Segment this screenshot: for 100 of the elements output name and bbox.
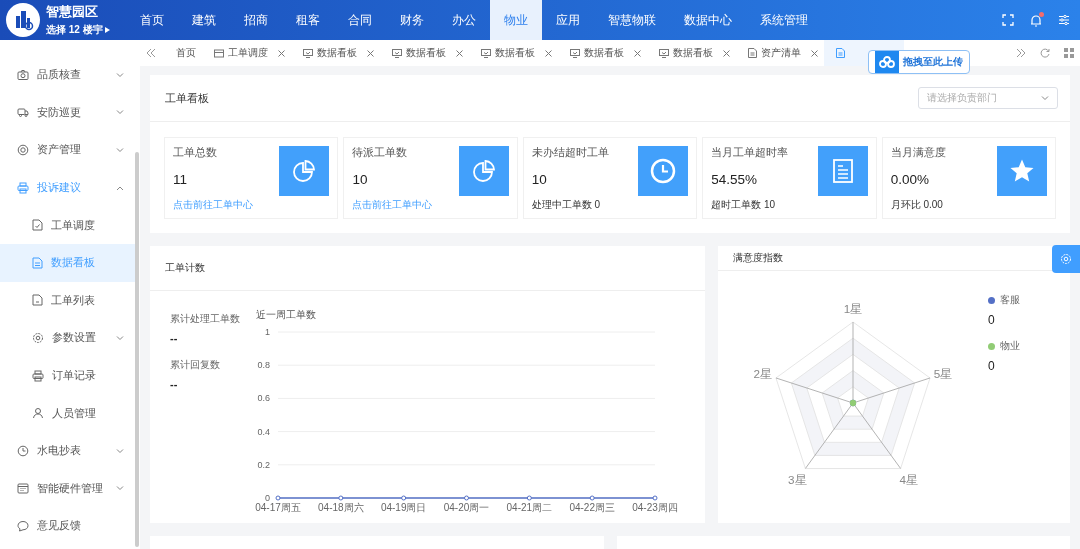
stat-title: 未办结超时工单	[531, 146, 609, 160]
sidebar-item[interactable]: 品质核查	[0, 56, 140, 94]
stat-value: 10	[352, 171, 369, 187]
nav-tab[interactable]: 财务	[386, 0, 438, 40]
document-icon	[831, 158, 854, 184]
sidebar-item[interactable]: 参数设置	[0, 319, 140, 357]
lifebuoy-icon	[17, 144, 29, 156]
x-tick-label: 04-17周五	[255, 502, 301, 513]
page-tab[interactable]: 数据看板	[291, 40, 380, 66]
sidebar-item[interactable]: 安防巡更	[0, 93, 140, 132]
monitor-icon	[481, 48, 491, 58]
nav-tab[interactable]: 办公	[438, 0, 490, 40]
page-tab[interactable]: 数据看板	[647, 40, 736, 66]
close-icon[interactable]	[456, 49, 463, 57]
y-tick-label: 0.4	[257, 426, 270, 437]
chevron-icon	[116, 109, 124, 116]
printer-icon	[32, 369, 44, 382]
camera-icon	[17, 68, 29, 81]
bell-icon[interactable]	[1030, 13, 1042, 27]
card-icon	[214, 48, 224, 58]
settings-icon	[32, 331, 44, 344]
chevron-icon	[116, 147, 124, 153]
sidebar-item[interactable]: 智能硬件管理	[0, 469, 140, 508]
nav-tab[interactable]: 系统管理	[746, 0, 822, 40]
pie-chart-icon	[292, 159, 317, 183]
drag-upload-tooltip[interactable]: 拖拽至此上传	[868, 50, 970, 74]
document-icon	[748, 48, 757, 58]
y-tick-label: 1	[265, 327, 270, 337]
building-selector[interactable]: 选择 12 楼宇	[46, 22, 110, 37]
x-tick-label: 04-19周日	[380, 502, 427, 513]
page-tab[interactable]: 数据看板	[380, 40, 469, 66]
chevron-icon	[116, 184, 124, 191]
legend-label: 物业	[1000, 339, 1020, 353]
close-icon[interactable]	[723, 49, 730, 57]
truck-icon	[17, 106, 29, 119]
legend-label: 客服	[1000, 293, 1020, 307]
nav-tab[interactable]: 建筑	[178, 0, 230, 40]
stat-footnote: 处理中工单数 0	[531, 198, 602, 212]
close-icon[interactable]	[811, 49, 818, 57]
y-axis-label: 近一周工单数	[256, 309, 316, 320]
x-tick-label: 04-22周三	[569, 502, 615, 513]
sidebar-item[interactable]: 工单列表	[0, 281, 140, 320]
page-tab[interactable]: 数据看板	[558, 40, 647, 66]
nav-tab[interactable]: 应用	[542, 0, 594, 40]
chevron-icon	[116, 447, 124, 454]
sidebar-item[interactable]: 资产管理	[0, 131, 140, 169]
legend-value: 0	[988, 359, 996, 373]
document-icon	[32, 294, 43, 307]
y-tick-label: 0.2	[257, 459, 270, 470]
nav-tab[interactable]: 首页	[126, 0, 178, 40]
sidebar-item[interactable]: 工单调度	[0, 206, 140, 244]
logo-icon	[6, 3, 40, 37]
nav-tab[interactable]: 智慧物联	[594, 0, 670, 40]
x-tick-label: 04-23周四	[632, 502, 678, 513]
chevron-icon	[116, 71, 124, 78]
settings-icon	[1060, 253, 1072, 265]
scroll-left-icon[interactable]	[146, 48, 156, 58]
nav-tab[interactable]: 物业	[490, 0, 542, 40]
y-tick-label: 0	[265, 493, 270, 503]
page-tab[interactable]: 工单调度	[202, 40, 291, 66]
calendar-icon	[17, 482, 29, 495]
close-icon[interactable]	[367, 49, 374, 57]
clock-icon	[650, 158, 677, 184]
grid-icon[interactable]	[1064, 48, 1074, 58]
cloud-icon	[879, 56, 895, 68]
nav-tab[interactable]: 租客	[282, 0, 334, 40]
panel-title: 满意度指数	[733, 251, 783, 265]
total-label: 累计回复数	[170, 358, 221, 372]
settings-button[interactable]	[1052, 245, 1080, 273]
page-tab[interactable]: 数据看板	[469, 40, 558, 66]
page-tab[interactable]: 资产清单	[736, 40, 824, 66]
fullscreen-icon[interactable]	[1002, 14, 1014, 26]
chevron-icon	[116, 334, 124, 341]
nav-tab[interactable]: 数据中心	[670, 0, 746, 40]
axis-label: 1星	[843, 301, 863, 315]
person-icon	[32, 407, 44, 420]
document-check-icon	[32, 219, 43, 232]
sidebar-item[interactable]: 意见反馈	[0, 507, 140, 545]
chevron-icon	[1041, 95, 1049, 101]
y-tick-label: 0.8	[257, 360, 270, 371]
close-icon[interactable]	[545, 49, 552, 57]
sidebar-item[interactable]: 人员管理	[0, 394, 140, 432]
nav-tab[interactable]: 合同	[334, 0, 386, 40]
close-icon[interactable]	[634, 49, 641, 57]
sidebar-item[interactable]: 订单记录	[0, 356, 140, 395]
page-tab[interactable]: 首页	[164, 40, 202, 66]
legend-value: 0	[988, 313, 996, 327]
scroll-right-icon[interactable]	[1016, 48, 1026, 58]
sidebar-item[interactable]: 水电抄表	[0, 431, 140, 470]
refresh-icon[interactable]	[1040, 48, 1050, 58]
close-icon[interactable]	[278, 49, 285, 57]
sliders-icon[interactable]	[1058, 14, 1070, 26]
x-tick-label: 04-20周一	[443, 502, 490, 513]
axis-label: 5星	[933, 367, 953, 381]
nav-tab[interactable]: 招商	[230, 0, 282, 40]
panel-title: 工单计数	[165, 261, 205, 275]
axis-label: 4星	[899, 473, 918, 487]
clock-icon	[17, 444, 29, 457]
y-tick-label: 0.6	[257, 393, 270, 404]
x-tick-label: 04-21周二	[506, 502, 553, 513]
